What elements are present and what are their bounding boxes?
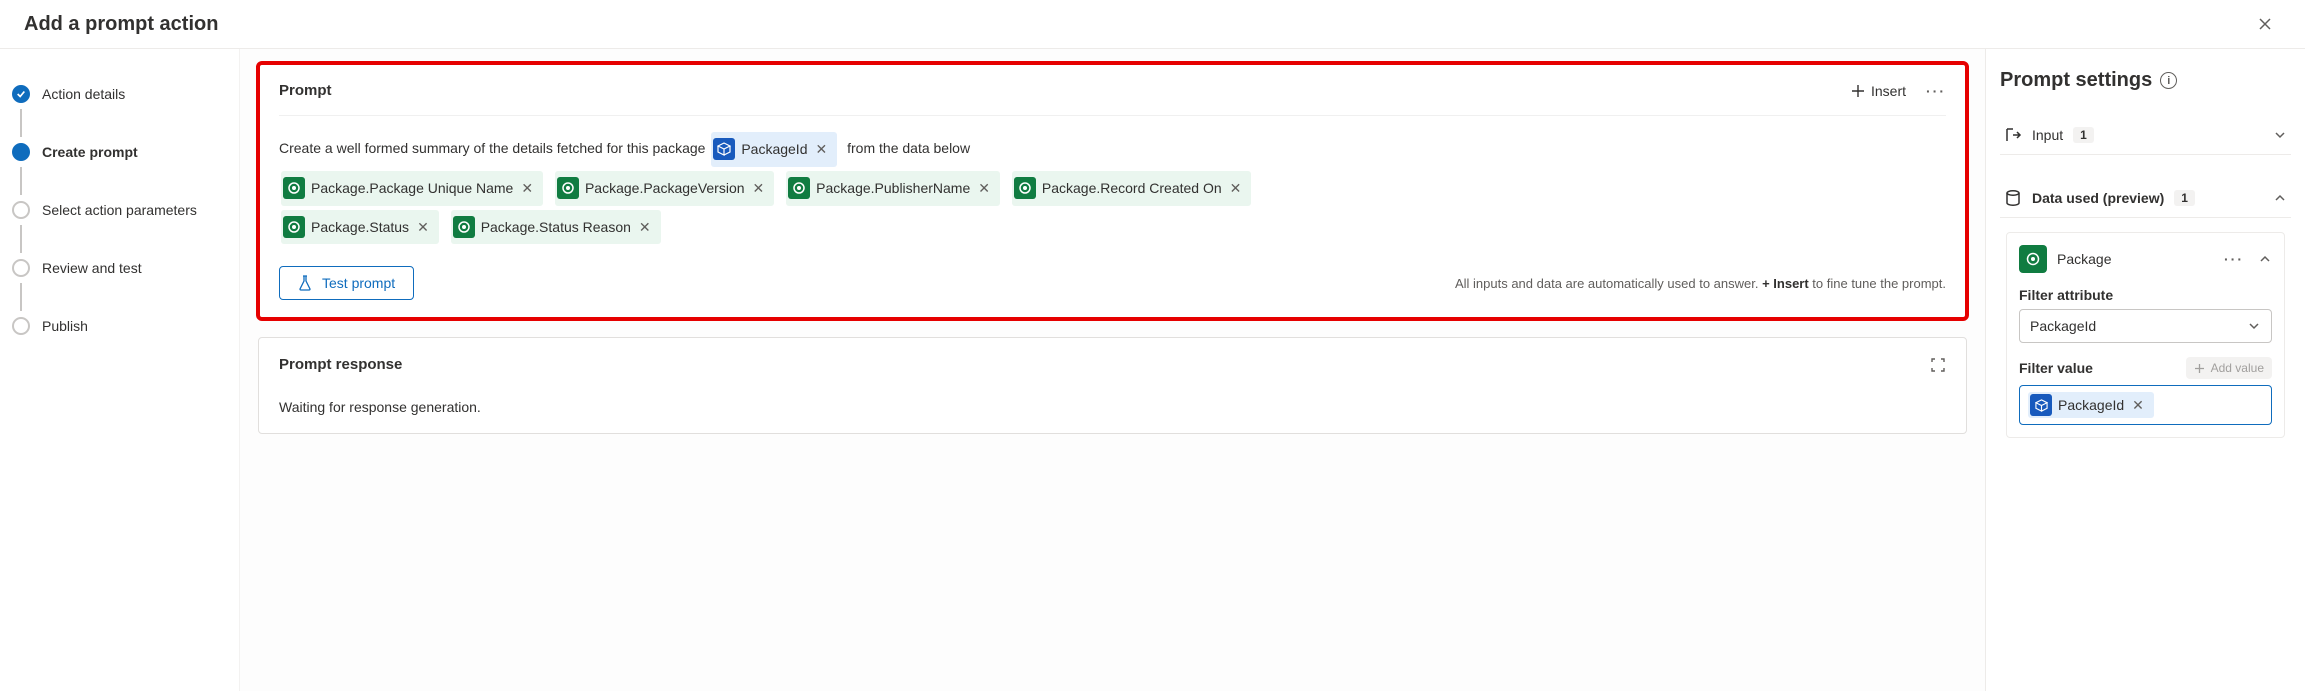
circle-icon <box>12 201 30 219</box>
plus-icon <box>1851 84 1865 98</box>
step-select-action-parameters[interactable]: Select action parameters <box>12 197 227 223</box>
data-icon <box>453 216 475 238</box>
data-icon <box>788 177 810 199</box>
prompt-hint: All inputs and data are automatically us… <box>1455 276 1946 291</box>
step-label: Action details <box>42 86 125 102</box>
chevron-up-icon <box>2273 191 2287 205</box>
input-label: Input <box>2032 127 2063 143</box>
token-label: Package.PublisherName <box>816 173 970 204</box>
chevron-up-icon[interactable] <box>2258 252 2272 266</box>
token-status-reason[interactable]: Package.Status Reason ✕ <box>451 210 661 245</box>
prompt-card: Prompt Insert ··· Create a well formed s… <box>258 63 1967 319</box>
data-icon <box>283 177 305 199</box>
data-used-label: Data used (preview) <box>2032 190 2164 206</box>
settings-title: Prompt settings <box>2000 69 2152 92</box>
database-icon <box>2004 189 2022 207</box>
data-item-package: Package ··· Filter attribute PackageId <box>2006 232 2285 438</box>
remove-token-icon[interactable]: ✕ <box>751 173 767 204</box>
data-count-badge: 1 <box>2174 190 2195 206</box>
token-publisher-name[interactable]: Package.PublisherName ✕ <box>786 171 1000 206</box>
remove-token-icon[interactable]: ✕ <box>2130 397 2146 414</box>
prompt-response-body: Waiting for response generation. <box>279 389 1946 415</box>
prompt-title: Prompt <box>279 82 332 99</box>
data-icon <box>283 216 305 238</box>
prompt-response-title: Prompt response <box>279 356 402 373</box>
plus-icon <box>2194 363 2205 374</box>
token-status[interactable]: Package.Status ✕ <box>281 210 439 245</box>
step-label: Select action parameters <box>42 202 197 218</box>
step-label: Create prompt <box>42 144 138 160</box>
token-packageid-inline[interactable]: PackageId ✕ <box>711 132 837 167</box>
step-review-and-test[interactable]: Review and test <box>12 255 227 281</box>
token-label: Package.Status <box>311 212 409 243</box>
data-icon <box>557 177 579 199</box>
test-prompt-label: Test prompt <box>322 275 395 291</box>
step-action-details[interactable]: Action details <box>12 81 227 107</box>
circle-icon <box>12 317 30 335</box>
remove-token-icon[interactable]: ✕ <box>637 212 653 243</box>
data-item-name: Package <box>2057 251 2111 267</box>
token-label: PackageId <box>2058 397 2124 413</box>
token-package-unique-name[interactable]: Package.Package Unique Name ✕ <box>281 171 543 206</box>
add-value-button: Add value <box>2186 357 2272 379</box>
remove-token-icon[interactable]: ✕ <box>415 212 431 243</box>
insert-label: Insert <box>1871 83 1906 99</box>
test-prompt-button[interactable]: Test prompt <box>279 266 414 300</box>
cube-icon <box>2030 394 2052 416</box>
cube-icon <box>713 138 735 160</box>
step-create-prompt[interactable]: Create prompt <box>12 139 227 165</box>
filter-attribute-value: PackageId <box>2030 318 2096 334</box>
data-item-more-icon[interactable]: ··· <box>2224 251 2244 267</box>
expand-icon[interactable] <box>1930 357 1946 373</box>
chevron-down-icon <box>2247 319 2261 333</box>
filter-value-token[interactable]: PackageId ✕ <box>2028 392 2154 418</box>
token-record-created-on[interactable]: Package.Record Created On ✕ <box>1012 171 1252 206</box>
filter-attribute-select[interactable]: PackageId <box>2019 309 2272 343</box>
data-used-accordion[interactable]: Data used (preview) 1 <box>2000 179 2291 218</box>
stepper: Action details Create prompt Select acti… <box>0 49 240 691</box>
info-icon[interactable]: i <box>2160 72 2177 89</box>
package-icon <box>2019 245 2047 273</box>
prompt-response-card: Prompt response Waiting for response gen… <box>258 337 1967 434</box>
beaker-icon <box>298 275 312 291</box>
dot-icon <box>12 143 30 161</box>
step-label: Review and test <box>42 260 142 276</box>
more-icon[interactable]: ··· <box>1926 83 1946 99</box>
step-label: Publish <box>42 318 88 334</box>
token-label: Package.Package Unique Name <box>311 173 513 204</box>
token-label: Package.PackageVersion <box>585 173 745 204</box>
filter-value-input[interactable]: PackageId ✕ <box>2019 385 2272 425</box>
settings-panel: Prompt settings i Input 1 Data used (pre… <box>1985 49 2305 691</box>
remove-token-icon[interactable]: ✕ <box>814 134 830 165</box>
filter-attribute-label: Filter attribute <box>2019 287 2272 303</box>
prompt-text-prefix: Create a well formed summary of the deta… <box>279 140 705 156</box>
insert-button[interactable]: Insert <box>1851 83 1906 99</box>
prompt-text-suffix: from the data below <box>847 140 970 156</box>
chevron-down-icon <box>2273 128 2287 142</box>
filter-value-label: Filter value <box>2019 360 2093 376</box>
add-value-label: Add value <box>2211 361 2264 375</box>
token-label: Package.Status Reason <box>481 212 631 243</box>
token-label: PackageId <box>741 134 807 165</box>
input-count-badge: 1 <box>2073 127 2094 143</box>
token-label: Package.Record Created On <box>1042 173 1222 204</box>
close-icon[interactable] <box>2249 12 2281 36</box>
circle-icon <box>12 259 30 277</box>
check-icon <box>12 85 30 103</box>
data-icon <box>1014 177 1036 199</box>
remove-token-icon[interactable]: ✕ <box>519 173 535 204</box>
remove-token-icon[interactable]: ✕ <box>1228 173 1244 204</box>
input-icon <box>2004 126 2022 144</box>
input-accordion[interactable]: Input 1 <box>2000 116 2291 155</box>
token-package-version[interactable]: Package.PackageVersion ✕ <box>555 171 774 206</box>
prompt-editor[interactable]: Create a well formed summary of the deta… <box>279 115 1946 246</box>
step-publish[interactable]: Publish <box>12 313 227 339</box>
page-title: Add a prompt action <box>24 13 218 36</box>
remove-token-icon[interactable]: ✕ <box>976 173 992 204</box>
